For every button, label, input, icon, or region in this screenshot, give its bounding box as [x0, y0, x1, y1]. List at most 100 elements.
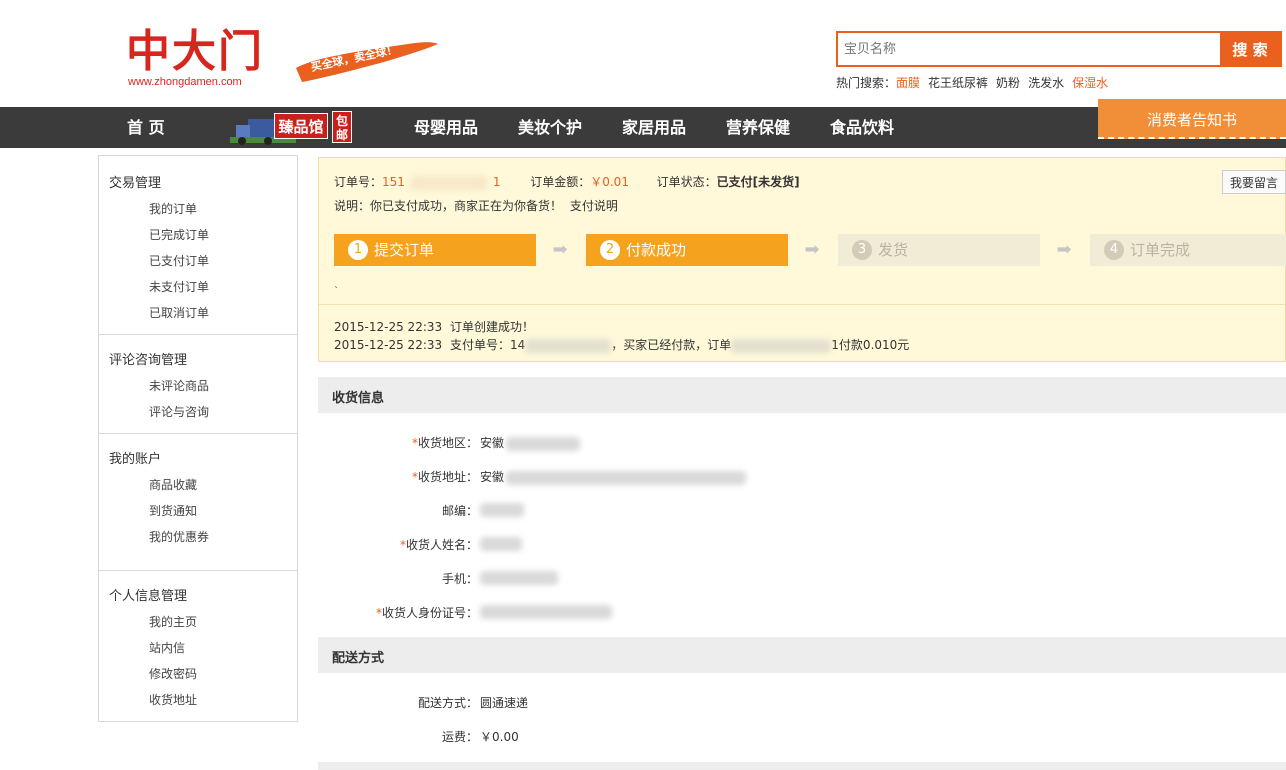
payment-info-link[interactable]: 支付说明	[570, 199, 618, 213]
sidebar-link-cancelled[interactable]: 已取消订单	[149, 304, 209, 321]
nav-promo[interactable]: 臻品馆 包邮	[228, 107, 372, 148]
hot-item[interactable]: 面膜	[896, 76, 920, 90]
consumer-notice-button[interactable]: 消费者告知书	[1098, 99, 1286, 139]
field-value: 安徽	[480, 468, 747, 485]
sidebar-link-coupons[interactable]: 我的优惠券	[149, 528, 209, 545]
slogan-banner: 买全球，卖全球！	[294, 38, 440, 84]
tick-mark: `	[334, 286, 339, 297]
search-box: 搜 索	[836, 31, 1282, 67]
next-section-header	[318, 762, 1286, 770]
search-button[interactable]: 搜 索	[1220, 33, 1280, 65]
nav-item-home[interactable]: 家居用品	[622, 107, 686, 148]
redacted-value	[731, 338, 832, 353]
sidebar-link-messages[interactable]: 站内信	[149, 639, 185, 656]
sidebar-link-paid[interactable]: 已支付订单	[149, 252, 209, 269]
order-amount-label: 订单金额：	[530, 175, 591, 189]
hot-label: 热门搜索：	[836, 76, 897, 90]
sidebar-link-reviews[interactable]: 评论与咨询	[149, 403, 209, 420]
field-label: *收货人姓名：	[399, 538, 478, 552]
logo-title: 中大门	[126, 26, 264, 77]
step-ship: 3 发货	[838, 234, 1040, 266]
step-number: 3	[852, 239, 872, 260]
arrow-right-icon: ➡	[804, 239, 820, 260]
hot-item[interactable]: 保湿水	[1072, 76, 1108, 90]
sidebar-group-title: 交易管理	[109, 176, 162, 191]
field-label: *收货人身份证号：	[375, 606, 478, 620]
sidebar-divider	[99, 334, 297, 335]
log-text: ，买家已经付款，订单	[611, 338, 732, 352]
step-number: 2	[600, 239, 620, 260]
arrow-right-icon: ➡	[1056, 239, 1072, 260]
sidebar-group-title: 评论咨询管理	[109, 353, 188, 368]
hot-item[interactable]: 洗发水	[1028, 76, 1064, 90]
sidebar-link-my-orders[interactable]: 我的订单	[149, 200, 197, 217]
sidebar-link-unpaid[interactable]: 未支付订单	[149, 278, 209, 295]
nav-item-beauty[interactable]: 美妆个护	[518, 107, 582, 148]
redacted-value	[410, 175, 487, 190]
hot-item[interactable]: 奶粉	[996, 76, 1020, 90]
sidebar-link-completed[interactable]: 已完成订单	[149, 226, 209, 243]
step-label: 付款成功	[626, 241, 687, 259]
order-amount: ￥0.01	[590, 175, 629, 189]
field-value	[480, 570, 558, 585]
log-text: 支付单号：14	[450, 338, 526, 352]
site-logo[interactable]: 中大门 www.zhongdamen.com	[126, 26, 276, 92]
order-note-text: 说明：你已支付成功，商家正在为你备货！	[334, 199, 563, 213]
field-label: *收货地址：	[411, 470, 478, 484]
log-text: 1付款0.010元	[831, 338, 910, 352]
sidebar-link-homepage[interactable]: 我的主页	[149, 613, 197, 630]
hot-item[interactable]: 花王纸尿裤	[928, 76, 988, 90]
main-nav: 首 页 臻品馆 包邮 母婴用品 美妆个护 家居用品 营养保健 食品饮料	[0, 107, 1286, 148]
promo-main-label: 臻品馆	[274, 113, 328, 139]
log-divider	[319, 304, 1285, 305]
field-value: 圆通速递	[480, 696, 529, 710]
field-label: 邮编：	[441, 504, 478, 518]
nav-home[interactable]: 首 页	[127, 107, 165, 148]
field-label: 手机：	[441, 572, 478, 586]
order-status-panel: 订单号：151 1 订单金额：￥0.01 订单状态：已支付[未发货] 说明：你已支…	[318, 157, 1286, 362]
order-log-entry: 2015-12-25 22:33 订单创建成功！	[334, 318, 534, 335]
field-label: *收货地区：	[411, 436, 478, 450]
hot-searches: 热门搜索：面膜 花王纸尿裤 奶粉 洗发水 保湿水	[836, 74, 1116, 91]
sidebar: 交易管理 我的订单 已完成订单 已支付订单 未支付订单 已取消订单 评论咨询管理…	[98, 155, 298, 722]
leave-message-button[interactable]: 我要留言	[1222, 170, 1286, 194]
order-number-prefix: 151	[382, 175, 405, 189]
log-text: 订单创建成功！	[450, 320, 535, 334]
search-input[interactable]	[838, 33, 1220, 65]
sidebar-link-arrival-notice[interactable]: 到货通知	[149, 502, 197, 519]
step-number: 1	[348, 239, 368, 260]
sidebar-link-password[interactable]: 修改密码	[149, 665, 197, 682]
order-status-label: 订单状态：	[656, 175, 717, 189]
shipping-info-header: 收货信息	[318, 377, 1286, 413]
order-status: 已支付[未发货]	[716, 175, 800, 189]
sidebar-divider	[99, 433, 297, 434]
logo-url: www.zhongdamen.com	[128, 76, 242, 88]
field-value	[480, 502, 524, 517]
sidebar-group-title: 个人信息管理	[109, 589, 188, 604]
field-value	[480, 536, 522, 551]
nav-item-health[interactable]: 营养保健	[726, 107, 790, 148]
nav-item-food[interactable]: 食品饮料	[830, 107, 894, 148]
promo-side-label: 包邮	[332, 111, 352, 143]
step-complete: 4 订单完成	[1090, 234, 1286, 266]
field-label: 配送方式：	[417, 696, 478, 710]
sidebar-divider	[99, 570, 297, 571]
field-value: ￥0.00	[480, 730, 519, 744]
step-submit-order: 1 提交订单	[334, 234, 536, 266]
field-label: 运费：	[441, 730, 478, 744]
step-payment-success: 2 付款成功	[586, 234, 788, 266]
step-label: 订单完成	[1130, 241, 1191, 259]
log-time: 2015-12-25 22:33	[334, 338, 443, 352]
section-title: 收货信息	[332, 391, 385, 406]
step-number: 4	[1104, 239, 1124, 260]
sidebar-group-title: 我的账户	[109, 452, 162, 467]
section-title: 配送方式	[332, 651, 385, 666]
order-note: 说明：你已支付成功，商家正在为你备货！ 支付说明	[334, 197, 618, 214]
step-label: 提交订单	[374, 241, 435, 259]
nav-item-baby[interactable]: 母婴用品	[414, 107, 478, 148]
order-number-label: 订单号：	[334, 175, 383, 189]
order-log-entry: 2015-12-25 22:33 支付单号：14 ，买家已经付款，订单 1付款0.01…	[334, 336, 909, 353]
sidebar-link-address[interactable]: 收货地址	[149, 691, 197, 708]
sidebar-link-favorites[interactable]: 商品收藏	[149, 476, 197, 493]
sidebar-link-unreviewed[interactable]: 未评论商品	[149, 377, 209, 394]
